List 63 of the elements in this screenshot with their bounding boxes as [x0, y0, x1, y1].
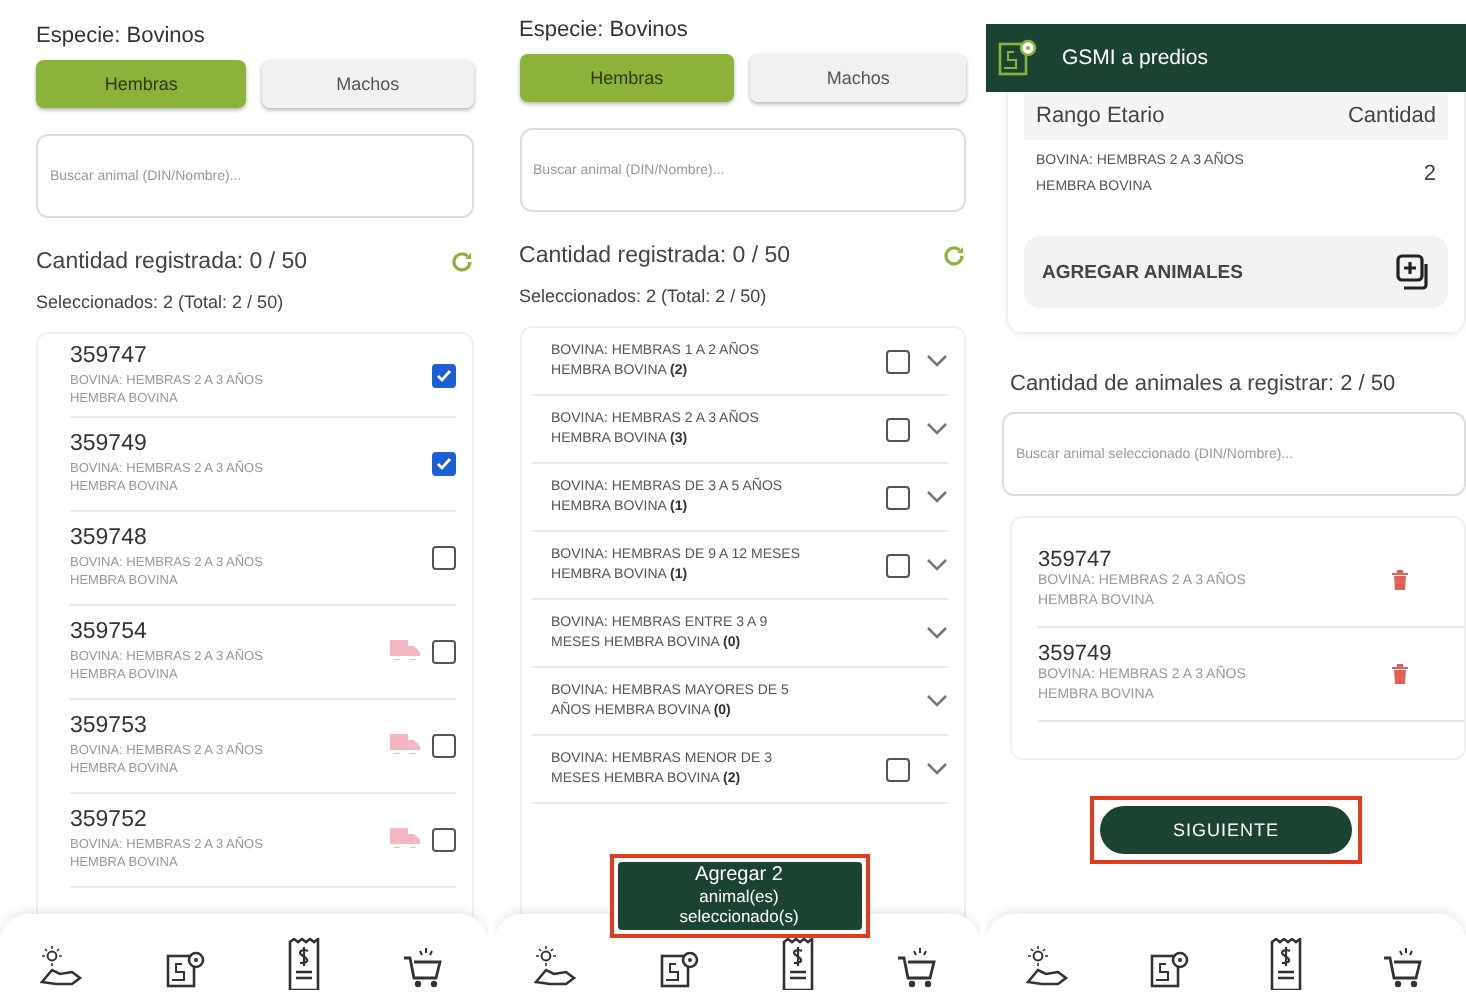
checkbox[interactable] [886, 417, 910, 441]
truck-icon [389, 734, 420, 754]
hand-sun-icon[interactable] [1026, 946, 1070, 990]
trash-icon[interactable] [1392, 664, 1408, 684]
cart-icon[interactable] [402, 946, 447, 990]
checkbox[interactable] [886, 757, 910, 781]
add-stack-icon [1396, 254, 1432, 290]
next-button[interactable]: SIGUIENTE [1100, 806, 1352, 854]
chevron-down-icon[interactable] [926, 422, 948, 436]
registered-count: Cantidad registrada: 0 / 50 [36, 250, 308, 274]
column-header: Rango Etario [1036, 104, 1165, 128]
selected-summary: Seleccionados: 2 (Total: 2 / 50) [36, 292, 286, 312]
animal-id: 359749 [1038, 642, 1114, 666]
add-animals-button[interactable]: AGREGAR ANIMALES [1024, 236, 1448, 308]
chevron-down-icon[interactable] [926, 354, 948, 368]
tab[interactable]: Hembras [519, 54, 735, 102]
receipt-icon[interactable] [1270, 938, 1302, 990]
table-cell: 2 [1423, 162, 1436, 186]
map-document-icon[interactable] [166, 950, 207, 990]
checkbox[interactable] [886, 349, 910, 373]
animal-id: 359749 [70, 432, 149, 456]
checkbox[interactable] [431, 640, 456, 664]
checkbox[interactable] [886, 485, 910, 509]
trash-icon[interactable] [1392, 570, 1408, 590]
tab[interactable]: Machos [262, 60, 474, 108]
chevron-down-icon[interactable] [926, 558, 948, 572]
species-label: Especie: Bovinos [519, 18, 690, 42]
animal-id: 359754 [70, 620, 149, 644]
column-header: Cantidad [1347, 104, 1436, 128]
animal-id: 359748 [70, 526, 149, 550]
animal-id: 359747 [1038, 548, 1114, 572]
animal-id: 359753 [70, 714, 149, 738]
hand-sun-icon[interactable] [533, 946, 578, 990]
animal-id: 359752 [70, 808, 149, 832]
cart-icon[interactable] [895, 946, 940, 990]
registered-count: Cantidad registrada: 0 / 50 [519, 244, 791, 268]
checkbox[interactable] [431, 363, 456, 387]
to-register-count: Cantidad de animales a registrar: 2 / 50 [1010, 372, 1398, 396]
cart-icon[interactable] [1382, 946, 1426, 990]
hand-sun-icon[interactable] [40, 946, 85, 990]
truck-icon [389, 828, 420, 848]
checkbox[interactable] [431, 452, 456, 476]
map-document-icon[interactable] [998, 38, 1038, 78]
selected-summary: Seleccionados: 2 (Total: 2 / 50) [519, 286, 769, 306]
chevron-down-icon[interactable] [926, 694, 948, 708]
tab[interactable]: Hembras [36, 60, 247, 108]
checkbox[interactable] [431, 734, 456, 758]
checkbox[interactable] [431, 546, 456, 570]
chevron-down-icon[interactable] [926, 490, 948, 504]
add-selected-button[interactable]: Agregar 2 animal(es) seleccionado(s) [617, 862, 862, 930]
map-document-icon[interactable] [659, 950, 700, 990]
checkbox[interactable] [886, 553, 910, 577]
chevron-down-icon[interactable] [926, 626, 948, 640]
animal-id: 359747 [70, 343, 149, 367]
tab[interactable]: Machos [750, 54, 967, 102]
map-document-icon[interactable] [1150, 950, 1190, 990]
app-title: GSMI a predios [1062, 46, 1208, 70]
truck-icon [389, 640, 420, 660]
receipt-icon[interactable] [288, 938, 321, 990]
chevron-down-icon[interactable] [926, 762, 948, 776]
checkbox[interactable] [431, 828, 456, 852]
receipt-icon[interactable] [781, 938, 814, 990]
species-label: Especie: Bovinos [36, 24, 207, 48]
